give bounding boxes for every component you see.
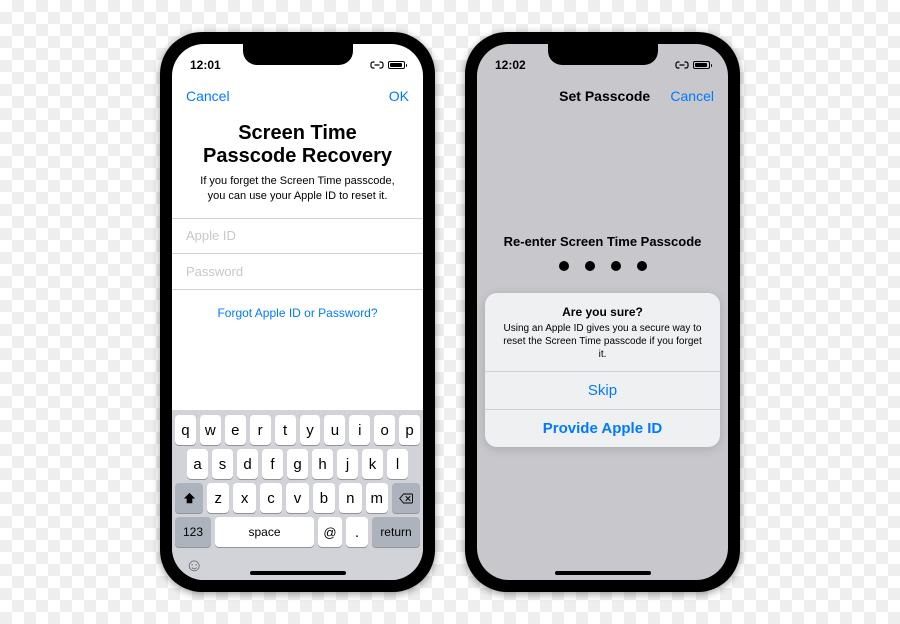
nav-bar: Set Passcode Cancel [477, 78, 728, 114]
page-subtitle: If you forget the Screen Time passcode, … [172, 174, 423, 218]
keyboard-row-4: 123 space @ . return [175, 517, 420, 547]
key-j[interactable]: j [337, 449, 358, 479]
key-g[interactable]: g [287, 449, 308, 479]
key-h[interactable]: h [312, 449, 333, 479]
password-cell[interactable] [172, 254, 423, 290]
provide-apple-id-button[interactable]: Provide Apple ID [485, 410, 720, 447]
nav-title: Set Passcode [559, 88, 650, 104]
key-i[interactable]: i [349, 415, 370, 445]
screen: 12:01 Cancel OK Screen Time Passcode Rec… [172, 44, 423, 580]
cancel-button[interactable]: Cancel [186, 88, 230, 104]
page-title: Screen Time Passcode Recovery [172, 114, 423, 174]
passcode-dot [585, 261, 595, 271]
status-time: 12:01 [190, 58, 221, 72]
reenter-prompt: Re-enter Screen Time Passcode [477, 114, 728, 249]
keyboard-row-3-letters: zxcvbnm [207, 483, 388, 513]
key-q[interactable]: q [175, 415, 196, 445]
key-u[interactable]: u [324, 415, 345, 445]
keyboard-row-1: qwertyuiop [175, 415, 420, 445]
key-s[interactable]: s [212, 449, 233, 479]
numbers-key[interactable]: 123 [175, 517, 211, 547]
sheet-message: Using an Apple ID gives you a secure way… [503, 322, 702, 361]
key-o[interactable]: o [374, 415, 395, 445]
status-icons [370, 61, 405, 69]
key-x[interactable]: x [233, 483, 255, 513]
key-a[interactable]: a [187, 449, 208, 479]
dot-key[interactable]: . [346, 517, 368, 547]
passcode-dots [477, 261, 728, 271]
keyboard-row-3: zxcvbnm [175, 483, 420, 513]
sheet-title: Are you sure? [503, 305, 702, 319]
notch [243, 44, 353, 65]
key-k[interactable]: k [362, 449, 383, 479]
key-r[interactable]: r [250, 415, 271, 445]
ok-button[interactable]: OK [389, 88, 409, 104]
home-indicator[interactable] [250, 571, 346, 575]
key-c[interactable]: c [260, 483, 282, 513]
forgot-link[interactable]: Forgot Apple ID or Password? [172, 290, 423, 320]
return-key[interactable]: return [372, 517, 420, 547]
phone-frame: 12:02 Set Passcode Cancel Re-enter Scree… [469, 36, 736, 588]
apple-id-input[interactable] [186, 228, 409, 243]
key-b[interactable]: b [313, 483, 335, 513]
battery-icon [388, 61, 405, 69]
at-key[interactable]: @ [318, 517, 342, 547]
keyboard-row-2: asdfghjkl [175, 449, 420, 479]
keyboard: qwertyuiop asdfghjkl zxcvbnm 123 space @… [172, 410, 423, 580]
sheet-header: Are you sure? Using an Apple ID gives yo… [485, 293, 720, 372]
key-m[interactable]: m [366, 483, 388, 513]
nav-bar: Cancel OK [172, 78, 423, 114]
space-key[interactable]: space [215, 517, 314, 547]
notch [548, 44, 658, 65]
emoji-key[interactable]: ☺ [185, 555, 203, 576]
phone-left: 12:01 Cancel OK Screen Time Passcode Rec… [160, 32, 435, 592]
key-n[interactable]: n [339, 483, 361, 513]
password-input[interactable] [186, 264, 409, 279]
key-w[interactable]: w [200, 415, 221, 445]
passcode-dot [559, 261, 569, 271]
screen: 12:02 Set Passcode Cancel Re-enter Scree… [477, 44, 728, 580]
phone-right: 12:02 Set Passcode Cancel Re-enter Scree… [465, 32, 740, 592]
key-d[interactable]: d [237, 449, 258, 479]
action-sheet: Are you sure? Using an Apple ID gives yo… [485, 293, 720, 447]
status-time: 12:02 [495, 58, 526, 72]
apple-id-cell[interactable] [172, 218, 423, 254]
delete-key[interactable] [392, 483, 420, 513]
key-e[interactable]: e [225, 415, 246, 445]
cancel-button[interactable]: Cancel [670, 88, 714, 104]
link-icon [675, 61, 689, 69]
status-icons [675, 61, 710, 69]
passcode-dot [611, 261, 621, 271]
link-icon [370, 61, 384, 69]
key-t[interactable]: t [275, 415, 296, 445]
key-l[interactable]: l [387, 449, 408, 479]
key-p[interactable]: p [399, 415, 420, 445]
key-z[interactable]: z [207, 483, 229, 513]
content-area: Re-enter Screen Time Passcode Are you su… [477, 114, 728, 580]
shift-key[interactable] [175, 483, 203, 513]
home-indicator[interactable] [555, 571, 651, 575]
phone-frame: 12:01 Cancel OK Screen Time Passcode Rec… [164, 36, 431, 588]
content-area: Screen Time Passcode Recovery If you for… [172, 114, 423, 580]
key-y[interactable]: y [300, 415, 321, 445]
battery-icon [693, 61, 710, 69]
skip-button[interactable]: Skip [485, 372, 720, 410]
passcode-dot [637, 261, 647, 271]
key-v[interactable]: v [286, 483, 308, 513]
key-f[interactable]: f [262, 449, 283, 479]
